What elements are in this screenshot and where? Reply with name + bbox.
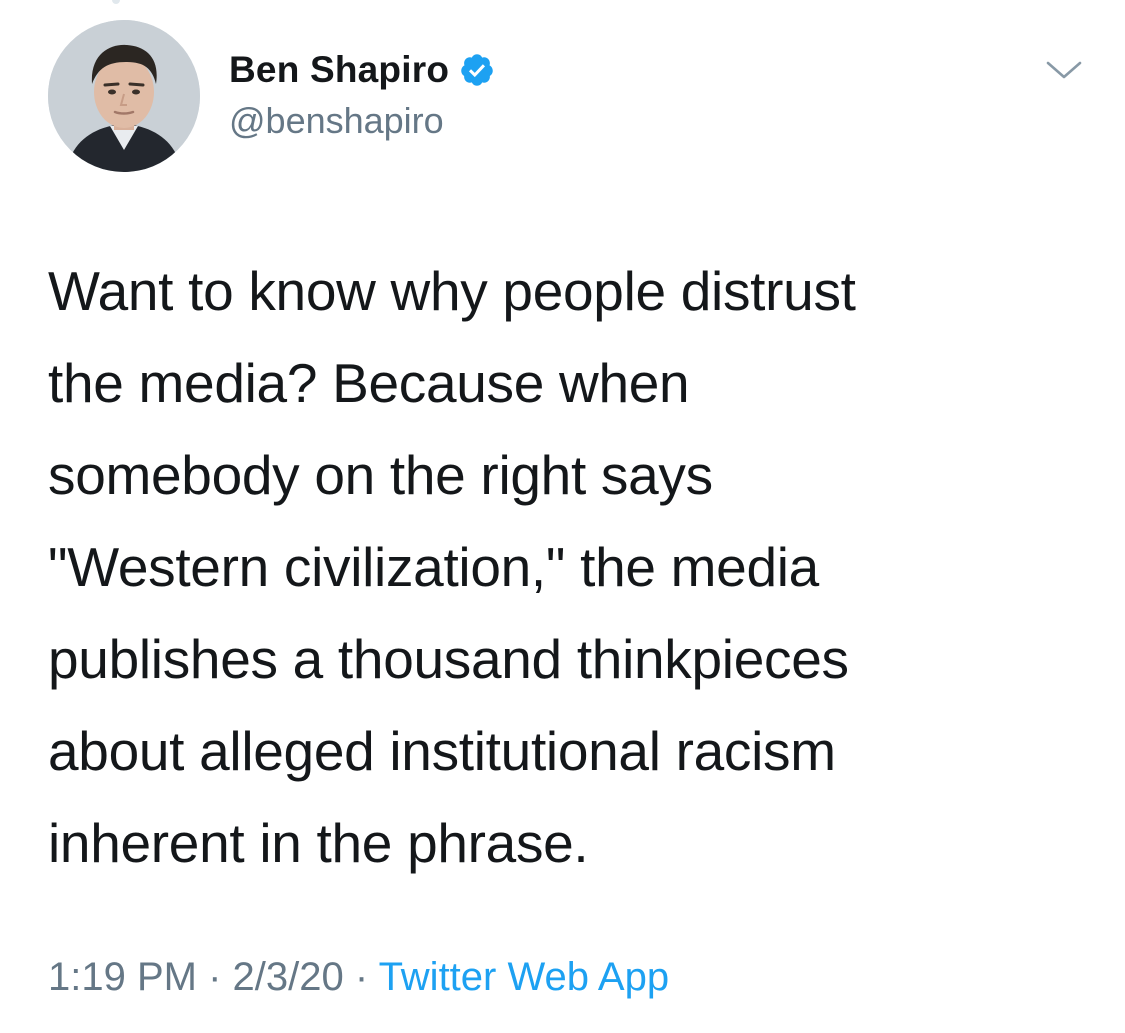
tweet-text: Want to know why people distrust the med… [48,260,856,874]
meta-separator: · [196,955,233,999]
tweet-date[interactable]: 2/3/20 [233,955,344,999]
author-name[interactable]: Ben Shapiro [229,49,449,91]
tweet-time[interactable]: 1:19 PM [48,955,197,999]
tweet-menu-button[interactable] [1036,48,1092,92]
author-handle[interactable]: @benshapiro [229,100,444,142]
tweet-source-link[interactable]: Twitter Web App [379,955,670,999]
avatar[interactable] [48,20,200,172]
chevron-down-icon [1046,61,1082,79]
verified-badge-icon [461,54,493,86]
tweet-meta: 1:19 PM · 2/3/20 · Twitter Web App [48,955,669,1000]
author-name-row[interactable]: Ben Shapiro [229,46,495,94]
tweet-card: Ben Shapiro @benshapiro Want to know why… [0,0,1125,1033]
meta-separator: · [343,955,379,999]
